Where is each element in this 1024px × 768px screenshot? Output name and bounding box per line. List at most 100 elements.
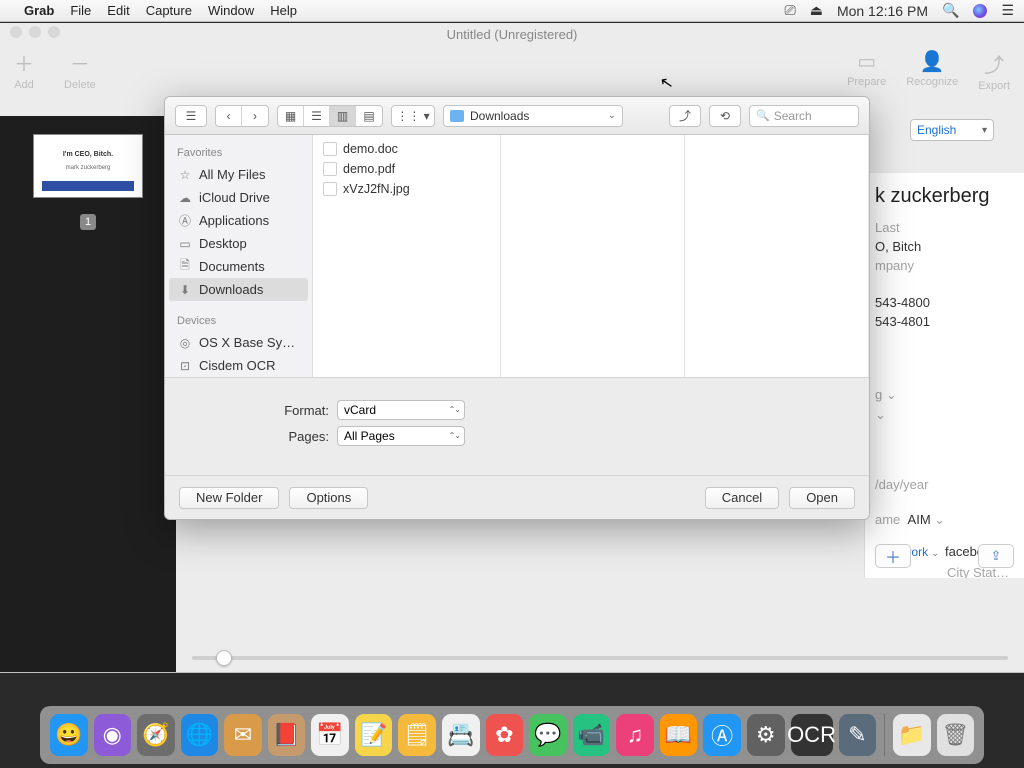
dock-app-3[interactable]: 🌐 <box>181 714 219 756</box>
menu-edit[interactable]: Edit <box>107 3 129 18</box>
format-select[interactable]: vCard <box>337 400 465 420</box>
options-button[interactable]: Options <box>289 487 368 509</box>
contact-birthday-field[interactable]: /day/year <box>875 477 1014 492</box>
language-select[interactable]: English <box>910 119 994 141</box>
contact-phone-2[interactable]: 543-4801 <box>875 314 1014 329</box>
page-thumbnails-panel: I'm CEO, Bitch. mark zuckerberg 1 <box>0 116 176 672</box>
search-input[interactable]: Search <box>749 105 859 127</box>
location-dropdown[interactable]: Downloads <box>443 105 623 127</box>
dock-app-5[interactable]: 📕 <box>268 714 306 756</box>
new-folder-button[interactable]: New Folder <box>179 487 279 509</box>
dock-app-18[interactable]: ✎ <box>839 714 877 756</box>
column-view[interactable]: ▥ <box>330 106 356 126</box>
sidebar-icloud[interactable]: ☁iCloud Drive <box>165 186 312 209</box>
list-view[interactable]: ☰ <box>304 106 330 126</box>
dock-app-9[interactable]: 📇 <box>442 714 480 756</box>
dialog-sidebar: Favorites ☆All My Files ☁iCloud Drive ⒶA… <box>165 135 313 377</box>
dock-app-0[interactable]: 😀 <box>50 714 88 756</box>
documents-icon: 🗎 <box>177 260 193 274</box>
menu-capture[interactable]: Capture <box>146 3 192 18</box>
sidebar-device-1[interactable]: ⊡Cisdem OCR <box>165 354 312 377</box>
add-button[interactable]: ＋Add <box>14 48 34 91</box>
airplay-icon[interactable]: ⎚ <box>785 2 796 19</box>
dock-app-15[interactable]: Ⓐ <box>703 714 741 756</box>
file-row[interactable]: xVzJ2fN.jpg <box>313 179 500 199</box>
sidebar-device-0[interactable]: ◎OS X Base Sy… <box>165 331 312 354</box>
applications-icon: Ⓐ <box>177 214 193 228</box>
dock-app-13[interactable]: ♫ <box>616 714 654 756</box>
sidebar-desktop[interactable]: ▭Desktop <box>165 232 312 255</box>
dock-app-1[interactable]: ◉ <box>94 714 132 756</box>
dock-app-7[interactable]: 📝 <box>355 714 393 756</box>
icon-view[interactable]: ▦ <box>278 106 304 126</box>
contact-card-panel: k zuckerberg Last O, Bitch mpany 543-480… <box>864 173 1024 578</box>
notification-center-icon[interactable]: ☰ <box>1001 2 1014 19</box>
arrange-button[interactable]: ⋮⋮ ▾ <box>391 105 435 127</box>
file-icon <box>323 182 337 196</box>
file-icon <box>323 142 337 156</box>
toggle-sidebar-button[interactable]: ☰ <box>175 105 207 127</box>
recognize-button[interactable]: 👤Recognize <box>906 49 958 92</box>
file-row[interactable]: demo.doc <box>313 139 500 159</box>
view-mode-segmented[interactable]: ▦☰▥▤ <box>277 105 383 127</box>
back-button[interactable]: ‹ <box>216 106 242 126</box>
menu-window[interactable]: Window <box>208 3 254 18</box>
share-button[interactable]: ⤴ <box>669 105 701 127</box>
sidebar-documents[interactable]: 🗎Documents <box>165 255 312 278</box>
pages-select[interactable]: All Pages <box>337 426 465 446</box>
zoom-slider[interactable] <box>192 644 1008 672</box>
gallery-view[interactable]: ▤ <box>356 106 382 126</box>
share-contact-button[interactable]: ⇪ <box>978 544 1014 568</box>
contact-phone-1[interactable]: 543-4800 <box>875 295 1014 310</box>
menu-help[interactable]: Help <box>270 3 297 18</box>
cancel-button[interactable]: Cancel <box>705 487 779 509</box>
dock-app-14[interactable]: 📖 <box>660 714 698 756</box>
downloads-stack[interactable]: 📁 <box>893 714 931 756</box>
dock-app-11[interactable]: 💬 <box>529 714 567 756</box>
export-button[interactable]: ⤴Export <box>978 49 1010 92</box>
export-icon: ⤴ <box>984 49 1004 78</box>
forward-button[interactable]: › <box>242 106 268 126</box>
trash-icon[interactable]: 🗑 <box>937 714 975 756</box>
dock-app-10[interactable]: ✿ <box>486 714 524 756</box>
contact-name[interactable]: k zuckerberg <box>875 185 1014 208</box>
dock-app-6[interactable]: 📅 <box>311 714 349 756</box>
app-menu[interactable]: Grab <box>24 3 54 18</box>
minus-icon: － <box>70 48 90 77</box>
contact-ringtone-row[interactable]: g ⌄ <box>875 387 1014 403</box>
contact-im-row[interactable]: ame AIM ⌄ <box>875 512 1014 528</box>
dock-app-2[interactable]: 🧭 <box>137 714 175 756</box>
tags-button[interactable]: ⟲ <box>709 105 741 127</box>
sidebar-all-my-files[interactable]: ☆All My Files <box>165 163 312 186</box>
prepare-button[interactable]: ▭Prepare <box>847 49 886 92</box>
add-field-button[interactable]: ＋ <box>875 544 911 568</box>
zoom-slider-knob[interactable] <box>216 650 232 666</box>
page-thumbnail[interactable]: I'm CEO, Bitch. mark zuckerberg <box>33 134 143 198</box>
window-traffic-lights[interactable] <box>10 26 60 38</box>
sidebar-applications[interactable]: ⒶApplications <box>165 209 312 232</box>
delete-button[interactable]: －Delete <box>64 48 96 91</box>
dock-app-17[interactable]: OCR <box>791 714 833 756</box>
window-title: Untitled (Unregistered) <box>447 27 578 42</box>
eject-icon[interactable]: ⏏ <box>810 2 823 19</box>
macos-dock: 😀◉🧭🌐✉︎📕📅📝🗒📇✿💬📹♫📖Ⓐ⚙OCR✎ 📁🗑 <box>40 706 984 764</box>
contact-title-field[interactable]: O, Bitch <box>875 239 1014 254</box>
contact-lastname-field[interactable]: Last <box>875 220 1014 235</box>
contact-company-field[interactable]: mpany <box>875 258 1014 273</box>
menu-file[interactable]: File <box>70 3 91 18</box>
dock-app-16[interactable]: ⚙ <box>747 714 785 756</box>
open-button[interactable]: Open <box>789 487 855 509</box>
file-column-2 <box>501 135 685 377</box>
sidebar-downloads[interactable]: ⬇Downloads <box>169 278 308 301</box>
dock-app-4[interactable]: ✉︎ <box>224 714 262 756</box>
spotlight-icon[interactable]: 🔍 <box>942 2 959 19</box>
menubar-clock[interactable]: Mon 12:16 PM <box>837 3 928 19</box>
contact-texttone-row[interactable]: ⌄ <box>875 407 1014 423</box>
nav-back-forward[interactable]: ‹› <box>215 105 269 127</box>
dock-app-12[interactable]: 📹 <box>573 714 611 756</box>
file-column-3 <box>685 135 869 377</box>
dock-app-8[interactable]: 🗒 <box>398 714 436 756</box>
window-titlebar: Untitled (Unregistered) <box>0 23 1024 45</box>
file-row[interactable]: demo.pdf <box>313 159 500 179</box>
siri-icon[interactable] <box>973 4 987 18</box>
